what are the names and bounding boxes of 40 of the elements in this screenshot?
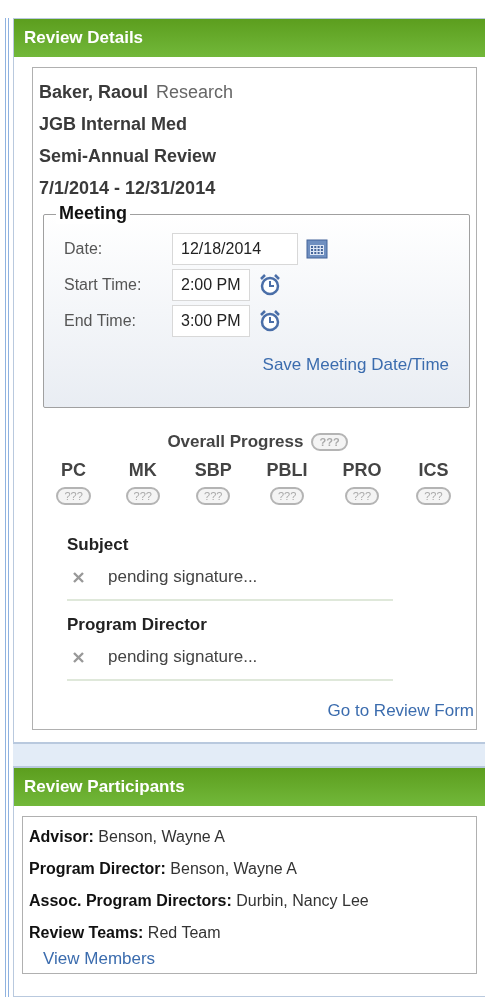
- review-period: 7/1/2014 - 12/31/2014: [39, 177, 216, 200]
- fieldset-legend: Meeting: [56, 203, 130, 224]
- competency-label: MK: [128, 460, 157, 481]
- progress-badge: ???: [344, 487, 380, 505]
- signature-status: pending signature...: [108, 567, 258, 587]
- participant-line: Assoc. Program Directors: Durbin, Nancy Lee: [29, 891, 370, 911]
- participant-line: Advisor: Benson, Wayne A: [29, 827, 226, 847]
- competency-label: PC: [61, 460, 87, 481]
- calendar-icon[interactable]: [306, 239, 328, 259]
- overall-progress-label: Overall Progress: [167, 432, 304, 452]
- progress-badge: ???: [311, 433, 348, 451]
- department-label: Research: [156, 81, 234, 104]
- competency-label: PRO: [342, 460, 382, 481]
- time-field[interactable]: 2:00 PM: [172, 269, 250, 301]
- signature-status: pending signature...: [108, 647, 258, 667]
- review-form-link[interactable]: Go to Review Form: [327, 701, 474, 720]
- competency-label: ICS: [418, 460, 449, 481]
- field-label: Start Time:: [64, 276, 143, 294]
- save-meeting-link[interactable]: Save Meeting Date/Time: [262, 355, 449, 374]
- review-type: Semi-Annual Review: [39, 145, 217, 168]
- participant-line: Review Teams: Red Team: [29, 923, 222, 943]
- progress-badge: ???: [196, 487, 231, 505]
- participant-line: Program Director: Benson, Wayne A: [29, 859, 298, 879]
- progress-badge: ???: [269, 487, 305, 505]
- competency-label: SBP: [194, 460, 232, 481]
- signer-role: Program Director: [67, 615, 208, 635]
- resident-name: Baker, Raoul: [39, 81, 149, 104]
- panel-title: Review Participants: [14, 768, 485, 806]
- time-field[interactable]: 3:00 PM: [172, 305, 250, 337]
- program-name: JGB Internal Med: [39, 113, 188, 136]
- progress-badge: ???: [56, 487, 91, 505]
- competency-label: PBLI: [266, 460, 308, 481]
- progress-badge: ???: [125, 487, 160, 505]
- view-members-link[interactable]: View Members: [43, 949, 156, 968]
- date-field[interactable]: 12/18/2014: [172, 233, 298, 265]
- signer-role: Subject: [67, 535, 130, 555]
- progress-badge: ???: [416, 487, 451, 505]
- panel-title: Review Details: [14, 19, 485, 57]
- field-label: Date:: [64, 240, 104, 258]
- field-label: End Time:: [64, 312, 138, 330]
